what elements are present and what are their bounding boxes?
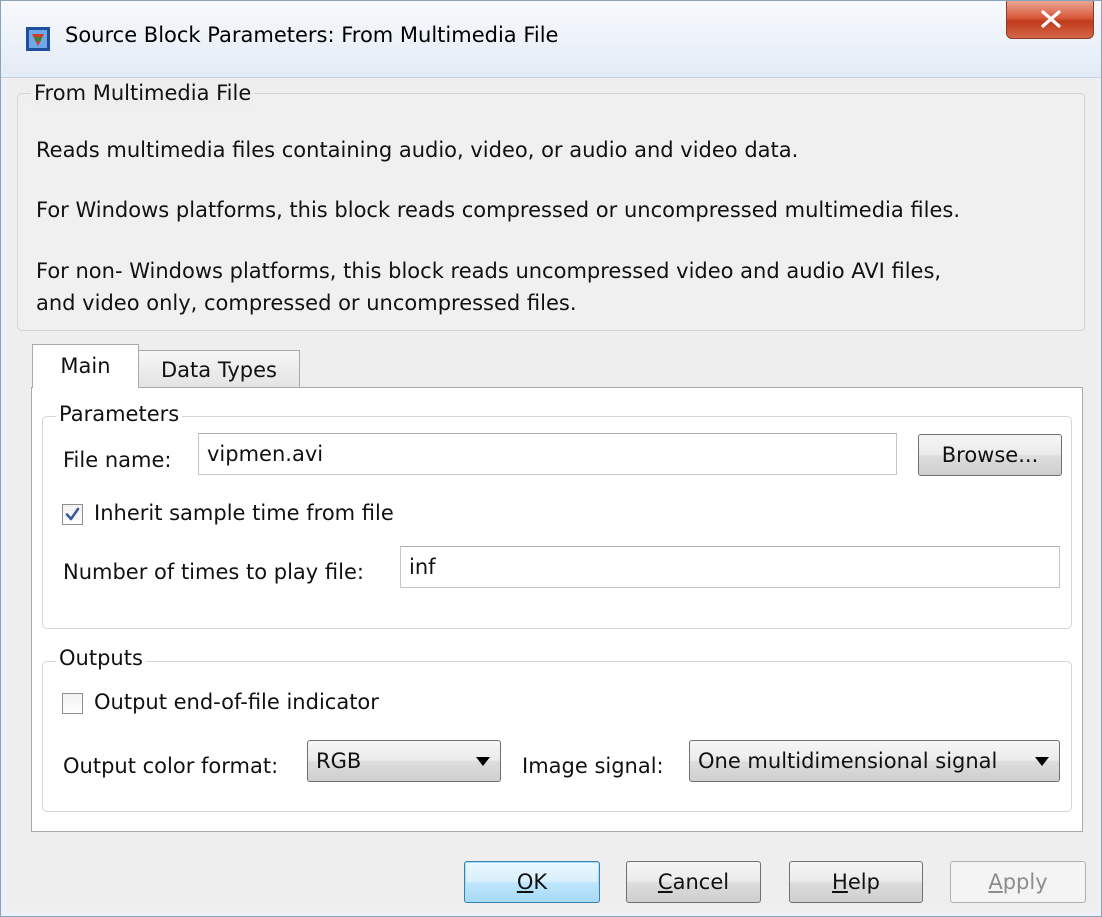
checkmark-icon [65, 507, 80, 521]
parameters-group-title: Parameters [56, 402, 183, 426]
dropdown-arrow-icon [1035, 757, 1049, 766]
tab-data-types[interactable]: Data Types [138, 350, 300, 390]
image-signal-value: One multidimensional signal [698, 749, 998, 773]
inherit-sample-time-checkbox[interactable] [62, 504, 83, 525]
dialog-window: Source Block Parameters: From Multimedia… [0, 0, 1102, 917]
color-format-label: Output color format: [63, 754, 279, 778]
file-name-input[interactable]: vipmen.avi [198, 433, 897, 475]
cancel-mnemonic: C [657, 870, 673, 894]
ok-label-rest: K [533, 870, 548, 894]
simulink-block-icon [26, 27, 50, 51]
description-line-2: For Windows platforms, this block reads … [36, 198, 961, 222]
help-label-rest: elp [847, 870, 880, 894]
help-button[interactable]: Help [789, 861, 923, 903]
output-eof-checkbox[interactable] [62, 693, 83, 714]
help-mnemonic: H [832, 870, 848, 894]
inherit-sample-time-label[interactable]: Inherit sample time from file [94, 501, 394, 525]
tab-data-types-label: Data Types [161, 358, 277, 382]
cancel-label-rest: ancel [672, 870, 730, 894]
play-times-input[interactable]: inf [400, 546, 1060, 588]
ok-button[interactable]: OK [464, 861, 600, 903]
description-group: Reads multimedia files containing audio,… [17, 93, 1085, 331]
tab-main[interactable]: Main [32, 344, 139, 388]
apply-mnemonic: A [988, 870, 1003, 894]
file-name-label: File name: [63, 448, 172, 472]
description-group-title: From Multimedia File [31, 81, 255, 105]
color-format-value: RGB [316, 749, 362, 773]
outputs-group [42, 661, 1072, 812]
dropdown-arrow-icon [476, 757, 490, 766]
close-button[interactable] [1006, 1, 1094, 39]
output-eof-label[interactable]: Output end-of-file indicator [94, 690, 379, 714]
outputs-group-title: Outputs [56, 646, 146, 670]
description-line-3a: For non- Windows platforms, this block r… [36, 259, 942, 283]
description-line-3b: and video only, compressed or uncompress… [36, 291, 577, 315]
dialog-content: Reads multimedia files containing audio,… [7, 78, 1097, 911]
main-tab-panel: Parameters File name: vipmen.avi Browse.… [31, 387, 1083, 832]
image-signal-dropdown[interactable]: One multidimensional signal [689, 740, 1060, 782]
title-bar[interactable]: Source Block Parameters: From Multimedia… [1, 1, 1101, 78]
image-signal-label: Image signal: [522, 754, 664, 778]
apply-label-rest: pply [1002, 870, 1048, 894]
play-times-label: Number of times to play file: [63, 560, 364, 584]
tab-main-label: Main [60, 354, 111, 378]
color-format-dropdown[interactable]: RGB [307, 740, 501, 782]
ok-mnemonic: O [516, 870, 534, 894]
description-line-1: Reads multimedia files containing audio,… [36, 138, 799, 162]
window-title: Source Block Parameters: From Multimedia… [65, 23, 559, 47]
close-icon [1041, 10, 1061, 28]
cancel-button[interactable]: Cancel [626, 861, 761, 903]
browse-button[interactable]: Browse... [918, 434, 1062, 476]
apply-button[interactable]: Apply [950, 861, 1086, 903]
